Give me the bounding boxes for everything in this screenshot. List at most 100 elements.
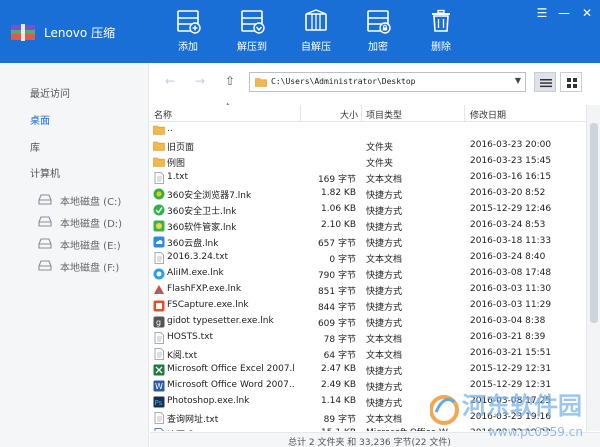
- close-icon[interactable]: ✕: [580, 6, 594, 20]
- file-type: 快捷方式: [366, 383, 403, 393]
- file-row[interactable]: 360云盘.lnk 657 字节 快捷方式 2016-03-18 11:33: [150, 234, 586, 250]
- vertical-scrollbar[interactable]: [586, 105, 600, 431]
- sidebar-item-recent[interactable]: 最近访问: [30, 85, 70, 100]
- extract-to-button[interactable]: 解压到: [229, 8, 275, 58]
- archive-extract-to-icon: [241, 10, 265, 34]
- file-row[interactable]: 360安全浏览器7.lnk 1.82 KB 快捷方式 2016-03-20 8:52: [150, 186, 586, 202]
- scrollbar-thumb[interactable]: [590, 123, 598, 323]
- hard-drive-icon: [38, 194, 52, 205]
- file-name: 速写成.docx: [167, 428, 295, 431]
- file-name: Microsoft Office Excel 2007.l...: [167, 364, 295, 374]
- file-size: 89 字节: [323, 415, 356, 425]
- column-name[interactable]: 名称: [154, 108, 172, 121]
- sidebar-item-desktop[interactable]: 桌面: [30, 112, 50, 127]
- file-name: gidot typesetter.exe.lnk: [167, 316, 274, 326]
- file-name: 360云盘.lnk: [167, 239, 219, 249]
- forward-icon[interactable]: →: [193, 74, 207, 88]
- file-type: 文本文档: [366, 255, 403, 265]
- up-level-icon[interactable]: ⇧: [223, 74, 237, 88]
- file-row[interactable]: 查询网址.txt 89 字节 文本文档 2016-03-23 19:16: [150, 410, 586, 426]
- grid-view-button[interactable]: [560, 72, 582, 92]
- chevron-down-icon[interactable]: ▼: [515, 76, 521, 85]
- folder-icon: [153, 125, 165, 135]
- file-row[interactable]: FlashFXP.exe.lnk 851 字节 快捷方式 2016-03-03 11:…: [150, 282, 586, 298]
- extract-to-label: 解压到: [237, 42, 267, 53]
- file-row[interactable]: FSCapture.exe.lnk 844 字节 快捷方式 2016-03-03 11…: [150, 298, 586, 314]
- file-date: 2016-03-23 19:33: [470, 428, 551, 431]
- file-row[interactable]: HOSTS.txt 78 字节 文本文档 2016-03-21 8:39: [150, 330, 586, 346]
- file-row[interactable]: 旧页面 文件夹 2016-03-23 20:00: [150, 138, 586, 154]
- column-date[interactable]: 修改日期: [470, 108, 506, 121]
- file-type: 文件夹: [366, 159, 394, 169]
- file-date: 2016-03-03 11:30: [470, 284, 552, 294]
- file-date: 2015-12-29 12:46: [470, 204, 552, 214]
- file-row[interactable]: 2016.3.24.txt 0 字节 文本文档 2016-03-24 8:40: [150, 250, 586, 266]
- minimize-icon[interactable]: —: [557, 6, 571, 20]
- hard-drive-icon: [38, 238, 52, 249]
- file-size: 1.82 KB: [321, 188, 356, 198]
- title-bar: Lenovo 压缩 添加 解压到 自解压 加密 删除 ☰ — ✕: [0, 0, 600, 63]
- file-date: 2016-03-18 11:33: [470, 236, 552, 246]
- file-type: 文件夹: [366, 143, 394, 153]
- file-type: 快捷方式: [366, 223, 403, 233]
- file-date: 2016-03-24 8:53: [470, 220, 546, 230]
- archive-add-icon: [177, 10, 201, 34]
- file-name: FlashFXP.exe.lnk: [167, 284, 242, 294]
- file-type: 快捷方式: [366, 319, 403, 329]
- hard-drive-icon: [38, 260, 52, 271]
- file-row[interactable]: 例图 文件夹 2016-03-23 15:45: [150, 154, 586, 170]
- file-size: 790 字节: [317, 271, 356, 281]
- column-divider[interactable]: [361, 105, 362, 122]
- 360-software-icon: [153, 220, 165, 232]
- file-row[interactable]: 1.txt 169 字节 文本文档 2016-03-16 16:15: [150, 170, 586, 186]
- file-row[interactable]: 360安全卫士.lnk 1.06 KB 快捷方式 2015-12-29 12:46: [150, 202, 586, 218]
- sidebar-item-computer[interactable]: 计算机: [30, 165, 60, 180]
- file-name: 360安全卫士.lnk: [167, 207, 237, 217]
- file-name: K阅.txt: [167, 351, 198, 361]
- column-divider[interactable]: [464, 105, 465, 122]
- file-row[interactable]: K阅.txt 64 字节 文本文档 2016-03-21 15:51: [150, 346, 586, 362]
- file-row[interactable]: ..: [150, 122, 586, 138]
- address-bar[interactable]: C:\Users\Administrator\Desktop ▼: [249, 72, 526, 92]
- column-size[interactable]: 大小: [340, 108, 358, 121]
- trash-icon: [432, 9, 450, 32]
- column-divider[interactable]: [300, 105, 301, 122]
- text-file-icon: [154, 332, 164, 344]
- fscapture-icon: [153, 300, 165, 312]
- self-extract-icon: [305, 9, 327, 31]
- 360-cloud-icon: [153, 236, 165, 248]
- file-size: 64 字节: [323, 351, 356, 361]
- file-type: 快捷方式: [366, 271, 403, 281]
- excel-icon: [153, 364, 165, 376]
- file-type: 文本文档: [366, 335, 403, 345]
- file-row[interactable]: Ps Photoshop.exe.lnk 1.14 KB 快捷方式 2016-03-08…: [150, 394, 586, 410]
- svg-text:Ps: Ps: [155, 399, 163, 407]
- list-view-button[interactable]: [534, 72, 556, 92]
- flashfxp-icon: [154, 285, 164, 294]
- file-row[interactable]: W速写成.docx 15.1 KB Microsoft Office W... 201…: [150, 426, 586, 431]
- encrypt-button[interactable]: 加密: [355, 8, 401, 58]
- column-type[interactable]: 项目类型: [366, 108, 402, 121]
- add-button[interactable]: 添加: [165, 8, 211, 58]
- file-name: 360安全浏览器7.lnk: [167, 191, 252, 201]
- file-row[interactable]: g gidot typesetter.exe.lnk 609 字节 快捷方式 2016-…: [150, 314, 586, 330]
- file-row[interactable]: Microsoft Office Excel 2007.l... 2.47 KB 快…: [150, 362, 586, 378]
- menu-icon[interactable]: ☰: [535, 6, 549, 20]
- aliim-icon: [153, 268, 165, 280]
- back-icon[interactable]: ←: [163, 74, 177, 88]
- folder-icon: [153, 157, 165, 167]
- sidebar-item-library[interactable]: 库: [30, 139, 40, 154]
- file-name: AliIM.exe.lnk: [167, 268, 224, 278]
- file-row[interactable]: W Microsoft Office Word 2007... 2.49 KB 快捷方…: [150, 378, 586, 394]
- status-bar: 总计 2 文件夹 和 33,236 字节(22 文件): [150, 432, 600, 447]
- self-extract-button[interactable]: 自解压: [293, 8, 339, 58]
- file-row[interactable]: 360软件管家.lnk 2.10 KB 快捷方式 2016-03-24 8:53: [150, 218, 586, 234]
- file-name: 1.txt: [167, 172, 188, 182]
- text-file-icon: [154, 412, 164, 424]
- delete-button[interactable]: 删除: [418, 8, 464, 58]
- drive-label: 本地磁盘 (C:): [60, 197, 122, 208]
- file-date: 2016-03-21 15:51: [470, 348, 552, 358]
- file-type: 快捷方式: [366, 303, 403, 313]
- file-row[interactable]: AliIM.exe.lnk 790 字节 快捷方式 2016-03-08 17:48: [150, 266, 586, 282]
- file-size: 169 字节: [317, 175, 356, 185]
